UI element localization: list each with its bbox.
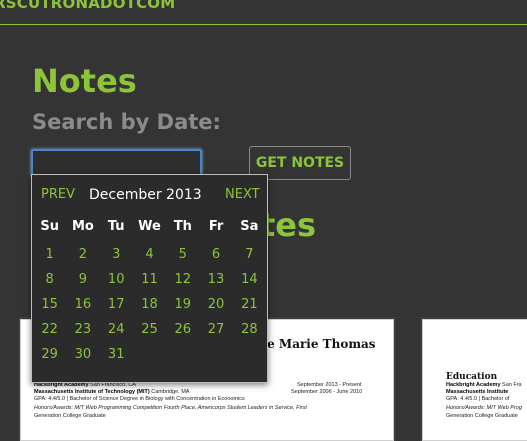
calendar-day[interactable]: 8 (33, 267, 66, 292)
calendar-day[interactable]: 28 (233, 317, 266, 342)
calendar-day[interactable]: 9 (66, 267, 99, 292)
datepicker-month-title: December 2013 (89, 187, 202, 203)
document-line: Massachusetts Institute of Technology (M… (34, 389, 190, 395)
calendar-day[interactable]: 13 (199, 267, 232, 292)
document-line: Honors/Awards: MIT Web Programming Compe… (34, 405, 307, 411)
calendar-day[interactable]: 14 (233, 267, 266, 292)
calendar-day[interactable]: 27 (199, 317, 232, 342)
calendar-day[interactable]: 23 (66, 317, 99, 342)
calendar-day[interactable]: 26 (166, 317, 199, 342)
calendar-day[interactable]: 11 (133, 267, 166, 292)
weekday-header: Sa (240, 218, 259, 234)
calendar-day[interactable]: 2 (66, 242, 99, 267)
weekday-header: We (138, 218, 161, 234)
document-name: tie Marie Thomas (257, 337, 376, 351)
document-line: Generation College Graduate (34, 413, 106, 419)
document-line: GPA: 4.4/5.0 | Bachelor of Science Degre… (34, 396, 245, 402)
calendar-day[interactable]: 25 (133, 317, 166, 342)
calendar-day[interactable]: 12 (166, 267, 199, 292)
calendar-day-empty (166, 342, 199, 367)
calendar-day[interactable]: 18 (133, 292, 166, 317)
site-name-link[interactable]: RSCUTRONADOTCOM (0, 0, 175, 12)
calendar-day[interactable]: 16 (66, 292, 99, 317)
datepicker-popup: PREV December 2013 NEXT Su Mo Tu We Th F… (31, 174, 268, 383)
calendar-day-empty (133, 342, 166, 367)
calendar-day[interactable]: 22 (33, 317, 66, 342)
document-line: Massachusetts Institute (446, 389, 509, 395)
calendar-day[interactable]: 15 (33, 292, 66, 317)
document-line-date: September 2006 - June 2010 (291, 389, 363, 395)
document-line: Generation College Graduate (446, 413, 518, 419)
search-by-date-label: Search by Date: (32, 110, 221, 134)
calendar-day[interactable]: 10 (100, 267, 133, 292)
calendar-day[interactable]: 19 (166, 292, 199, 317)
calendar-day-empty (233, 342, 266, 367)
calendar-day[interactable]: 6 (199, 242, 232, 267)
calendar-day[interactable]: 17 (100, 292, 133, 317)
calendar-day-empty (199, 342, 232, 367)
document-line: Hackbright Academy San Fra (446, 382, 522, 388)
document-line-date: September 2013 - Present (297, 382, 362, 388)
document-section-title: Education (446, 372, 498, 382)
calendar-day[interactable]: 21 (233, 292, 266, 317)
document-line: Hackbright Academy San Francisco, CA (34, 382, 136, 388)
calendar-day[interactable]: 7 (233, 242, 266, 267)
weekday-header: Tu (107, 218, 125, 234)
weekday-header: Su (40, 218, 59, 234)
document-line: GPA: 4.4/5.0 | Bachelor of (446, 396, 510, 402)
datepicker-prev-button[interactable]: PREV (41, 187, 75, 202)
weekday-header: Fr (208, 218, 224, 234)
calendar-day[interactable]: 24 (100, 317, 133, 342)
calendar-day[interactable]: 5 (166, 242, 199, 267)
calendar-day[interactable]: 20 (199, 292, 232, 317)
calendar-day[interactable]: 31 (100, 342, 133, 367)
page-title: Notes (32, 62, 137, 100)
datepicker-grid: Su Mo Tu We Th Fr Sa 1 2 3 4 5 6 7 8 9 1… (33, 213, 266, 367)
date-search-input[interactable] (31, 149, 202, 177)
document-line: Honors/Awards: MIT Web Prog (446, 405, 522, 411)
calendar-day[interactable]: 1 (33, 242, 66, 267)
weekday-header: Th (173, 218, 192, 234)
calendar-day[interactable]: 30 (66, 342, 99, 367)
site-header: RSCUTRONADOTCOM (0, 0, 527, 25)
datepicker-next-button[interactable]: NEXT (225, 187, 260, 202)
weekday-header: Mo (71, 218, 94, 234)
calendar-day[interactable]: 29 (33, 342, 66, 367)
calendar-day[interactable]: 4 (133, 242, 166, 267)
calendar-day[interactable]: 3 (100, 242, 133, 267)
